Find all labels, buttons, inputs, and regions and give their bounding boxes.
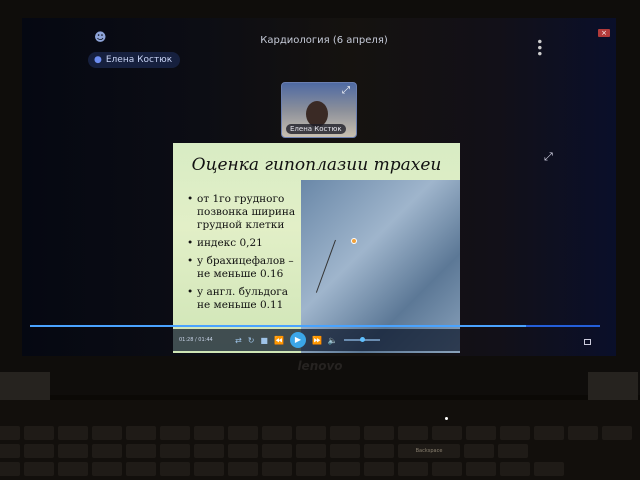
next-icon[interactable]: ⏩ [312,336,322,345]
more-options-icon[interactable]: ••• [532,38,546,56]
play-button[interactable]: ▶ [289,332,306,348]
video-call-window: ☻ ● Елена Костюк Кардиология (6 апреля) … [22,18,616,356]
player-controls: 01:28 / 01:44 ⇄ ↻ ■ ⏪ ▶ ⏩ 🔈 [173,329,460,351]
key[interactable] [160,426,190,440]
key[interactable] [498,444,528,458]
key[interactable] [330,462,360,476]
status-led [445,417,448,420]
key[interactable] [24,444,54,458]
key[interactable] [262,444,292,458]
slide-bullets: от 1го грудного позвонка ширина грудной … [187,193,302,317]
measure-marker [351,238,357,244]
key[interactable] [24,462,54,476]
key[interactable] [364,462,394,476]
stop-icon[interactable]: ■ [260,336,268,345]
key[interactable] [58,462,88,476]
xray-image [301,180,460,353]
minimize-view-icon[interactable] [584,339,591,345]
key[interactable] [126,426,156,440]
expand-icon[interactable]: ⤢ [342,85,350,96]
key[interactable] [194,444,224,458]
speaker-name: Елена Костюк [105,55,173,65]
key[interactable] [432,462,462,476]
key[interactable] [58,426,88,440]
measure-line [315,239,336,293]
key[interactable] [534,426,564,440]
key[interactable] [466,426,496,440]
key[interactable] [364,426,394,440]
bullet: от 1го грудного позвонка ширина грудной … [187,193,302,232]
key[interactable] [194,426,224,440]
key[interactable] [500,462,530,476]
key[interactable] [228,426,258,440]
key[interactable] [464,444,494,458]
key[interactable] [0,444,20,458]
key[interactable] [92,444,122,458]
key[interactable] [296,444,326,458]
key[interactable] [92,426,122,440]
slide-title: Оценка гипоплазии трахеи [191,155,442,175]
seek-bar-fill [30,325,526,327]
fullscreen-icon[interactable]: ⤢ [544,150,553,164]
key[interactable] [0,462,20,476]
active-speaker-badge: ● Елена Костюк [88,52,181,68]
number-key-row: Backspace [0,444,528,458]
previous-icon[interactable]: ⏪ [274,336,284,345]
key[interactable] [398,462,428,476]
key[interactable] [330,444,360,458]
presentation-slide: Оценка гипоплазии трахеи от 1го грудного… [173,143,460,353]
key[interactable] [568,426,598,440]
seek-bar[interactable] [30,325,600,327]
key[interactable] [296,462,326,476]
key[interactable] [262,426,292,440]
laptop-logo: lenovo [297,359,343,373]
key[interactable] [500,426,530,440]
meeting-title: Кардиология (6 апреля) [260,35,388,46]
key[interactable] [160,462,190,476]
key[interactable] [262,462,292,476]
key[interactable] [228,444,258,458]
close-button[interactable]: × [598,29,610,37]
letter-key-row [0,462,564,476]
shuffle-icon[interactable]: ⇄ [235,336,242,345]
microphone-icon: ● [94,55,102,65]
key[interactable] [126,462,156,476]
key[interactable] [466,462,496,476]
key[interactable] [0,426,20,440]
key[interactable] [92,462,122,476]
volume-icon[interactable]: 🔈 [328,336,338,345]
keyboard: Backspace [0,400,640,480]
key[interactable] [364,444,394,458]
time-display: 01:28 / 01:44 [179,337,213,343]
key[interactable] [58,444,88,458]
key[interactable] [398,426,428,440]
key[interactable] [602,426,632,440]
key[interactable] [432,426,462,440]
camera-thumbnail[interactable]: Елена Костюк ⤢ [281,82,357,138]
key[interactable] [194,462,224,476]
volume-slider[interactable] [343,337,380,342]
key[interactable] [228,462,258,476]
function-key-row [0,426,632,440]
key[interactable] [126,444,156,458]
bullet: у брахицефалов – не меньше 0.16 [187,255,302,281]
key[interactable] [534,462,564,476]
key[interactable] [330,426,360,440]
bullet: индекс 0,21 [187,237,302,250]
key[interactable] [296,426,326,440]
repeat-icon[interactable]: ↻ [248,336,255,345]
key[interactable] [24,426,54,440]
key[interactable] [160,444,190,458]
camera-name-label: Елена Костюк [286,124,346,134]
bullet: у англ. бульдога не меньше 0.11 [187,286,302,312]
volume-knob[interactable] [359,337,365,342]
backspace-key[interactable]: Backspace [398,444,460,458]
